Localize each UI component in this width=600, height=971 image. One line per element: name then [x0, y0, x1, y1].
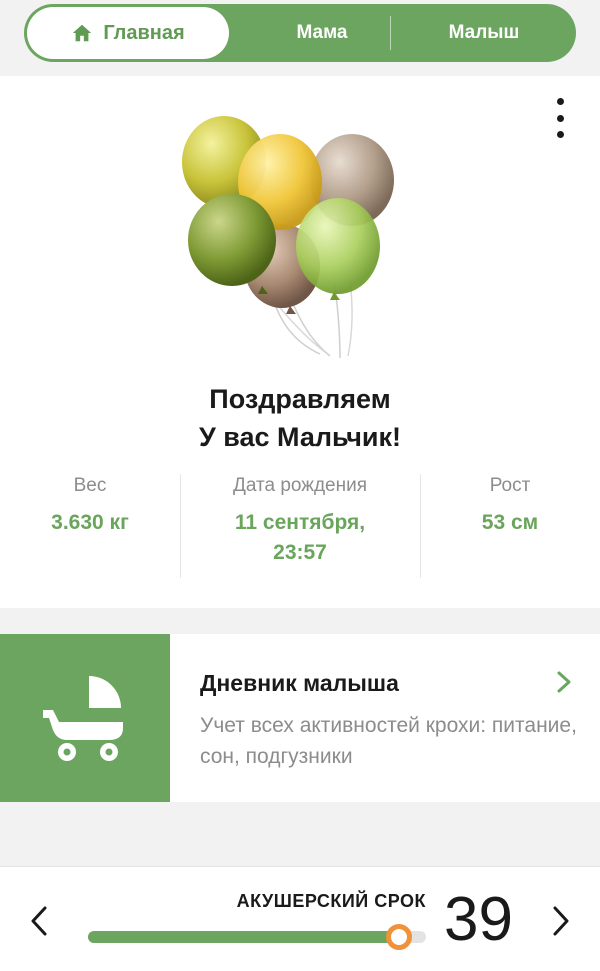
obstetric-term-bar: АКУШЕРСКИЙ СРОК 39 — [0, 866, 600, 971]
chevron-right-icon[interactable] — [556, 670, 572, 694]
congrats-line-1: Поздравляем — [209, 384, 391, 414]
diary-icon-box — [0, 634, 170, 802]
congrats-card: Поздравляем У вас Мальчик! Вес 3.630 кг … — [0, 76, 600, 608]
tab-baby-label: Малыш — [448, 22, 520, 43]
tab-baby[interactable]: Малыш — [392, 4, 576, 62]
term-label: АКУШЕРСКИЙ СРОК — [236, 891, 426, 911]
stat-birth-date-value: 11 сентября, — [234, 511, 366, 534]
diary-description: Учет всех активностей крохи: питание, со… — [200, 714, 577, 768]
tab-divider — [390, 16, 391, 50]
baby-diary-card[interactable]: Дневник малыша Учет всех активностей кро… — [0, 634, 600, 802]
stat-birth-date: Дата рождения 11 сентября, 23:57 — [180, 474, 420, 568]
chevron-right-icon[interactable] — [550, 905, 572, 937]
stroller-icon — [43, 676, 123, 761]
term-progress-fill — [88, 931, 399, 943]
tab-mama-label: Мама — [296, 22, 348, 43]
more-options-icon[interactable] — [550, 98, 570, 138]
diary-title: Дневник малыша — [200, 670, 399, 696]
stat-birth-label: Дата рождения — [232, 475, 368, 496]
stat-weight-value: 3.630 кг — [51, 511, 129, 534]
stat-birth-value: 11 сентября, 23:57 — [180, 508, 420, 568]
tab-home[interactable]: Главная — [27, 7, 229, 59]
chevron-left-icon[interactable] — [28, 905, 50, 937]
congrats-heading: Поздравляем У вас Мальчик! — [0, 380, 600, 456]
stat-height: Рост 53 см — [420, 474, 600, 538]
congrats-line-2: У вас Мальчик! — [198, 422, 402, 452]
tab-home-label: Главная — [103, 21, 185, 44]
stat-birth-time-value: 23:57 — [273, 541, 327, 564]
tab-mama[interactable]: Мама — [229, 4, 415, 62]
week-number: 39 — [444, 885, 513, 954]
stat-height-label: Рост — [489, 475, 531, 496]
home-icon — [73, 24, 92, 42]
top-nav: Главная Мама Малыш — [0, 0, 600, 68]
stat-height-value: 53 см — [481, 511, 539, 534]
stat-weight: Вес 3.630 кг — [0, 474, 180, 538]
term-progress-thumb[interactable] — [385, 924, 412, 950]
term-progress-track[interactable] — [88, 924, 426, 950]
stat-weight-label: Вес — [73, 475, 107, 496]
birth-stats: Вес 3.630 кг Дата рождения 11 сентября, … — [0, 474, 600, 578]
balloons-illustration — [182, 116, 394, 359]
segmented-control: Главная Мама Малыш — [24, 4, 576, 62]
